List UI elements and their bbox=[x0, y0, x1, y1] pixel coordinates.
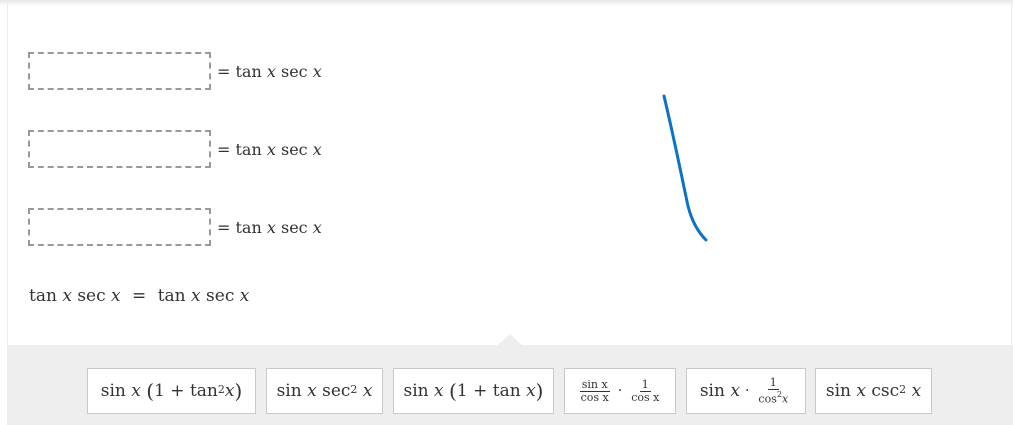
tile-sin-over-cos-times-one-over-cos[interactable]: sin x cos x · 1 cos x bbox=[564, 368, 676, 414]
tray-pointer bbox=[498, 334, 522, 345]
proof-step-row-1: = tan x sec x bbox=[28, 50, 322, 92]
step-rhs-3: = tan x sec x bbox=[217, 217, 322, 237]
proof-conclusion: tan x sec x = tan x sec x bbox=[29, 286, 250, 306]
drop-target-1[interactable] bbox=[28, 52, 211, 90]
left-border bbox=[7, 0, 8, 345]
drop-target-2[interactable] bbox=[28, 130, 211, 168]
step-rhs-1: = tan x sec x bbox=[217, 61, 322, 81]
top-shadow bbox=[0, 0, 1013, 6]
drop-target-3[interactable] bbox=[28, 208, 211, 246]
tile-sin-x-one-plus-tan[interactable]: sin x (1 + tan x) bbox=[393, 368, 554, 414]
proof-step-row-3: = tan x sec x bbox=[28, 206, 322, 248]
tile-sin-x-sec-squared[interactable]: sin x sec 2 x bbox=[266, 368, 383, 414]
right-border bbox=[1011, 0, 1012, 345]
proof-step-row-2: = tan x sec x bbox=[28, 128, 322, 170]
tile-sin-x-times-one-over-cos-squared[interactable]: sin x · 1 cos2x bbox=[686, 368, 806, 414]
step-rhs-2: = tan x sec x bbox=[217, 139, 322, 159]
ink-stroke bbox=[662, 94, 708, 242]
tile-sin-x-one-plus-tan-squared[interactable]: sin x (1 + tan 2 x) bbox=[87, 368, 256, 414]
tile-sin-x-csc-squared[interactable]: sin x csc 2 x bbox=[815, 368, 932, 414]
